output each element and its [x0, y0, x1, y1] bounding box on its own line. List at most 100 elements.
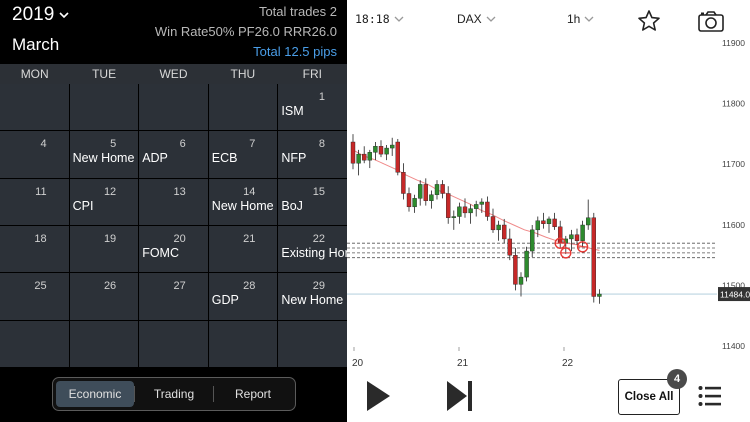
candle-body: [429, 194, 434, 201]
tab-trading[interactable]: Trading: [135, 381, 213, 407]
win-rate-stat: Win Rate50% PF26.0 RRR26.0: [154, 24, 337, 39]
calendar-day-cell[interactable]: [69, 84, 139, 131]
calendar-day-cell[interactable]: 19: [69, 225, 139, 273]
economic-event: New Home: [211, 198, 274, 213]
day-number: 7: [249, 138, 256, 151]
play-icon[interactable]: [365, 380, 391, 412]
interval-selector[interactable]: 1h: [567, 12, 594, 26]
candle-body: [501, 224, 507, 240]
calendar-day-cell[interactable]: [0, 84, 69, 131]
list-icon[interactable]: [698, 385, 722, 407]
day-number: 26: [103, 280, 117, 293]
month-label: March: [12, 35, 60, 54]
calendar-day-cell[interactable]: 26: [69, 273, 139, 320]
weekday-wed: WED: [159, 67, 188, 81]
chevron-down-icon: [59, 12, 69, 19]
year-label: 2019: [12, 4, 55, 25]
candle-body: [569, 234, 574, 240]
calendar-day-cell[interactable]: 18: [0, 225, 69, 273]
calendar-day-cell[interactable]: 29 New Home: [278, 273, 347, 320]
calendar-day-cell[interactable]: [208, 84, 278, 131]
calendar-day-cell[interactable]: 22 Existing Hor: [278, 225, 347, 273]
day-number: 20: [173, 232, 186, 245]
candle-body: [585, 217, 591, 226]
calendar-day-cell[interactable]: [139, 320, 208, 367]
weekday-tue: TUE: [92, 67, 117, 81]
candle-body: [496, 224, 501, 231]
day-number: 11: [35, 185, 47, 198]
day-number: 19: [103, 232, 117, 245]
time-selector[interactable]: 18:18: [355, 12, 404, 26]
calendar-day-cell[interactable]: 6 ADP: [139, 131, 208, 178]
calendar-day-cell[interactable]: 5 New Home: [69, 131, 139, 178]
moving-average-line: [352, 149, 600, 251]
calendar-day-cell[interactable]: 21: [208, 225, 278, 273]
calendar-day-cell[interactable]: 15 BoJ: [278, 178, 347, 225]
candle-body: [406, 193, 412, 208]
day-number: 28: [243, 280, 256, 293]
camera-icon[interactable]: [697, 9, 725, 33]
candle-body: [423, 184, 429, 201]
time-label: 18:18: [355, 12, 390, 26]
candle-body: [529, 229, 535, 252]
candle-body: [373, 146, 378, 153]
calendar-day-cell[interactable]: 27: [139, 273, 208, 320]
candle-body: [457, 206, 462, 217]
calendar-day-cell[interactable]: 1 ISM: [278, 84, 347, 131]
day-number: 15: [312, 185, 325, 198]
candle-body: [574, 234, 580, 241]
date-tick-label: 22: [562, 358, 574, 368]
calendar-day-cell[interactable]: [278, 320, 347, 367]
day-number: 14: [243, 185, 256, 198]
calendar-mode-tabs: Economic Trading Report: [52, 377, 296, 411]
calendar-day-cell[interactable]: 28 GDP: [208, 273, 278, 320]
calendar-day-cell[interactable]: 20 FOMC: [139, 225, 208, 273]
day-number: 12: [103, 185, 117, 198]
calendar-day-cell[interactable]: 7 ECB: [208, 131, 278, 178]
candle-body: [557, 226, 563, 244]
candle-body: [451, 216, 457, 218]
chart-panel: 18:18 DAX 1h 11400 11500 11600 11700 11800 11…: [347, 0, 750, 422]
price-tick-label: 11400: [722, 341, 745, 351]
tab-economic[interactable]: Economic: [56, 381, 134, 407]
day-number: 13: [173, 185, 186, 198]
economic-event: ECB: [211, 151, 238, 166]
weekday-thu: THU: [230, 67, 256, 81]
economic-event: ADP: [142, 151, 168, 166]
price-chart[interactable]: 11400115001160011700118001190011484.020 2…: [347, 36, 750, 368]
calendar-day-cell[interactable]: 25: [0, 273, 69, 320]
candle-body: [384, 147, 389, 155]
candle-body: [445, 193, 451, 218]
day-number: 22: [312, 232, 325, 245]
calendar-day-cell[interactable]: 11: [0, 178, 69, 225]
calendar-day-cell[interactable]: 8 NFP: [278, 131, 347, 178]
weekday-fri: FRI: [302, 67, 322, 81]
playback-bar: Close All 4: [347, 368, 750, 422]
symbol-label: DAX: [457, 12, 482, 26]
calendar-day-cell[interactable]: 14 New Home: [208, 178, 278, 225]
calendar-day-cell[interactable]: [0, 320, 69, 367]
day-number: 25: [34, 280, 47, 293]
calendar-day-cell[interactable]: [139, 84, 208, 131]
candle-body: [546, 218, 552, 224]
symbol-selector[interactable]: DAX: [457, 12, 496, 26]
candle-body: [412, 198, 417, 208]
total-pips-stat: Total 12.5 pips: [253, 44, 337, 59]
skip-forward-icon[interactable]: [445, 380, 475, 412]
price-tick-label: 11800: [722, 99, 745, 109]
total-trades-stat: Total trades 2: [258, 4, 337, 19]
candle-body: [361, 153, 367, 161]
calendar-day-cell[interactable]: 4: [0, 131, 69, 178]
calendar-day-cell[interactable]: 13: [139, 178, 208, 225]
day-number: 27: [173, 280, 186, 293]
date-tick-label: 21: [457, 358, 469, 368]
star-icon[interactable]: [637, 9, 661, 33]
price-tick-label: 11600: [722, 220, 745, 230]
calendar-day-cell[interactable]: [208, 320, 278, 367]
candle-body: [535, 220, 541, 231]
price-tick-label: 11700: [722, 159, 745, 169]
calendar-day-cell[interactable]: [69, 320, 139, 367]
tab-report[interactable]: Report: [214, 381, 292, 407]
calendar-day-cell[interactable]: 12 CPI: [69, 178, 139, 225]
year-selector[interactable]: 2019: [12, 4, 69, 26]
